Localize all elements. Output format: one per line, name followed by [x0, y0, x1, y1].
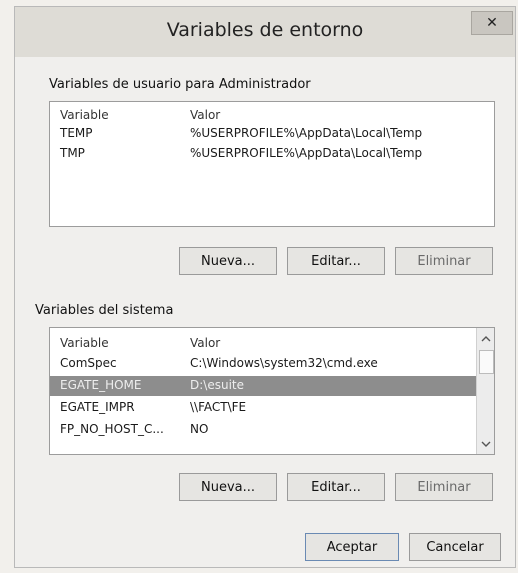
user-delete-button[interactable]: Eliminar: [395, 247, 493, 275]
system-variables-label: Variables del sistema: [35, 303, 174, 318]
list-item-selected[interactable]: EGATE_HOME D:\esuite: [50, 376, 476, 396]
variable-name: TMP: [60, 146, 85, 160]
user-variables-header: Variable Valor: [50, 106, 494, 126]
system-variables-list[interactable]: Variable Valor ComSpec C:\Windows\system…: [49, 327, 495, 455]
variable-name: EGATE_HOME: [60, 378, 142, 392]
window-title: Variables de entorno: [166, 19, 364, 41]
system-variables-header: Variable Valor: [50, 334, 476, 354]
variable-value: NO: [190, 422, 209, 436]
user-edit-button[interactable]: Editar...: [287, 247, 385, 275]
system-new-button[interactable]: Nueva...: [179, 473, 277, 501]
ok-button[interactable]: Aceptar: [305, 533, 399, 561]
list-item[interactable]: TMP %USERPROFILE%\AppData\Local\Temp: [50, 144, 494, 164]
list-item[interactable]: EGATE_IMPR \\FACT\FE: [50, 398, 476, 418]
variable-name: FP_NO_HOST_C...: [60, 422, 164, 436]
variable-value: \\FACT\FE: [190, 400, 247, 414]
close-button[interactable]: ✕: [471, 11, 513, 35]
user-new-button[interactable]: Nueva...: [179, 247, 277, 275]
system-delete-button[interactable]: Eliminar: [395, 473, 493, 501]
chevron-down-icon[interactable]: [477, 435, 494, 452]
variable-value: D:\esuite: [190, 378, 244, 392]
system-edit-button[interactable]: Editar...: [287, 473, 385, 501]
list-item[interactable]: TEMP %USERPROFILE%\AppData\Local\Temp: [50, 124, 494, 144]
user-variables-label: Variables de usuario para Administrador: [49, 77, 311, 92]
variable-name: EGATE_IMPR: [60, 400, 135, 414]
variable-name: ComSpec: [60, 356, 117, 370]
list-item[interactable]: FP_NO_HOST_C... NO: [50, 420, 476, 440]
variable-name: TEMP: [60, 126, 93, 140]
vertical-scrollbar[interactable]: [476, 328, 494, 454]
variable-value: %USERPROFILE%\AppData\Local\Temp: [190, 126, 423, 140]
scroll-thumb[interactable]: [479, 350, 494, 374]
list-item[interactable]: ComSpec C:\Windows\system32\cmd.exe: [50, 354, 476, 374]
cancel-button[interactable]: Cancelar: [409, 533, 501, 561]
variable-value: %USERPROFILE%\AppData\Local\Temp: [190, 146, 423, 160]
user-variables-list[interactable]: Variable Valor TEMP %USERPROFILE%\AppDat…: [49, 101, 495, 227]
column-header-value[interactable]: Valor: [190, 108, 220, 122]
environment-variables-dialog: Variables de entorno ✕ Variables de usua…: [14, 6, 516, 568]
chevron-up-icon[interactable]: [477, 330, 494, 347]
column-header-value[interactable]: Valor: [190, 336, 220, 350]
title-bar[interactable]: Variables de entorno ✕: [15, 7, 515, 57]
column-header-variable[interactable]: Variable: [60, 108, 109, 122]
variable-value: C:\Windows\system32\cmd.exe: [190, 356, 378, 370]
close-icon: ✕: [486, 15, 498, 31]
column-header-variable[interactable]: Variable: [60, 336, 109, 350]
